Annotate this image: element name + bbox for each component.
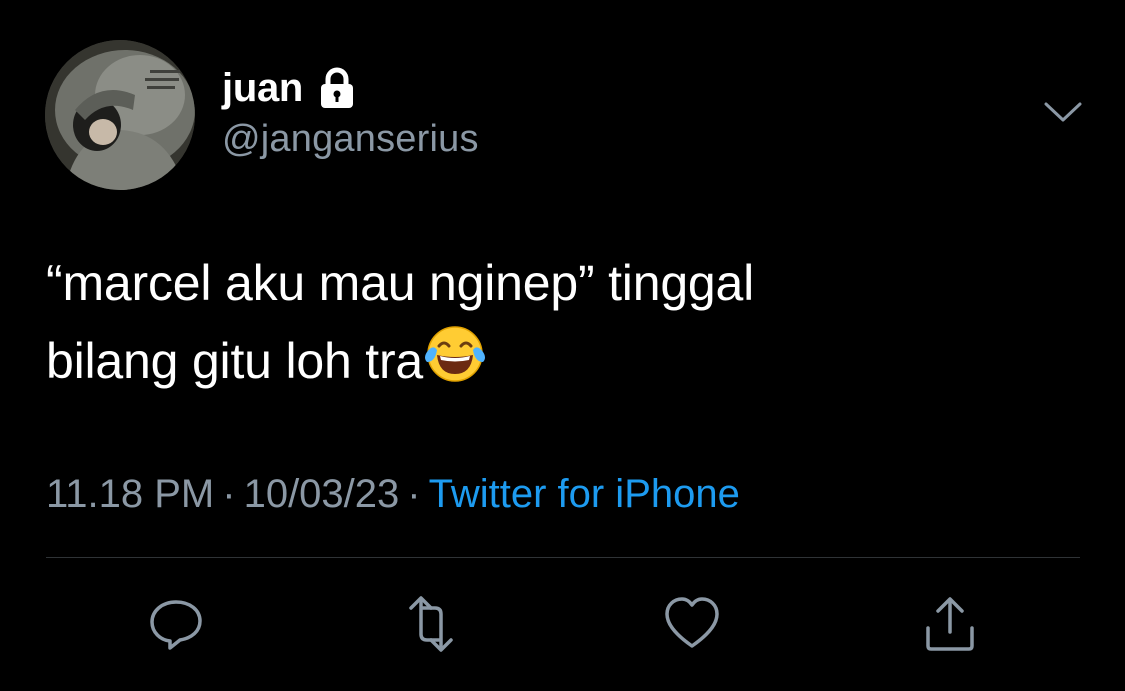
avatar-photo: [45, 40, 195, 190]
avatar[interactable]: [45, 40, 195, 190]
face-with-tears-of-joy-icon: [423, 322, 487, 386]
like-icon: [665, 597, 719, 648]
name-row: juan: [222, 64, 479, 112]
tweet-card: juan @janganserius “marcel aku mau ngine…: [0, 0, 1125, 691]
chevron-down-icon[interactable]: [1042, 96, 1084, 128]
tweet-text-line: bilang gitu loh tra: [46, 322, 1076, 400]
retweet-icon: [409, 596, 453, 652]
share-button[interactable]: [920, 594, 980, 654]
tweet-text-line: “marcel aku mau nginep” tinggal: [46, 255, 755, 311]
divider: [46, 557, 1080, 558]
tweet-time: 11.18 PM: [46, 472, 215, 516]
separator: ·: [407, 472, 421, 516]
tweet-text-fragment: bilang gitu loh tra: [46, 333, 424, 389]
lock-icon: [315, 66, 359, 110]
tweet-source-link[interactable]: Twitter for iPhone: [429, 472, 740, 516]
tweet-meta: 11.18 PM · 10/03/23 · Twitter for iPhone: [46, 472, 740, 517]
separator: ·: [222, 472, 236, 516]
display-name[interactable]: juan: [222, 66, 303, 111]
reply-button[interactable]: [146, 594, 206, 654]
like-button[interactable]: [662, 594, 722, 654]
tweet-date: 10/03/23: [243, 472, 400, 516]
reply-icon: [150, 600, 202, 650]
tweet-text: “marcel aku mau nginep” tinggal bilang g…: [46, 244, 1076, 400]
handle[interactable]: @janganserius: [222, 118, 479, 161]
author-block: juan @janganserius: [222, 64, 479, 161]
share-icon: [926, 597, 974, 651]
retweet-button[interactable]: [401, 594, 461, 654]
